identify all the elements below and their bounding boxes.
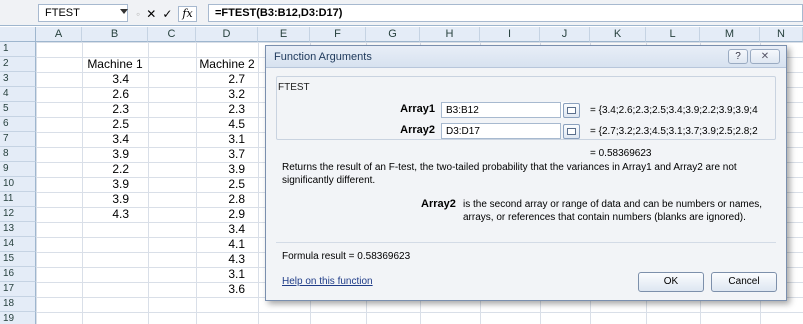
insert-function-icon[interactable]: fx (178, 5, 197, 22)
array1-input[interactable]: B3:B12 (441, 102, 561, 118)
divider (276, 242, 776, 243)
function-result-value: = 0.58369623 (590, 148, 652, 159)
column-header-a[interactable]: A (36, 27, 82, 42)
formula-bar-icons: ◦ ✕ ✓ fx (136, 5, 197, 22)
row-header-6[interactable]: 6 (0, 117, 36, 132)
cell-d4[interactable]: 3.2 (196, 87, 248, 102)
enter-entry-icon[interactable]: ✓ (162, 7, 172, 21)
row-header-9[interactable]: 9 (0, 162, 36, 177)
cell-b10[interactable]: 3.9 (82, 177, 132, 192)
formula-bar: FTEST ◦ ✕ ✓ fx =FTEST(B3:B12,D3:D17) (0, 0, 803, 26)
column-header-j[interactable]: J (540, 27, 590, 42)
column-header-d[interactable]: D (196, 27, 258, 42)
array2-input[interactable]: D3:D17 (441, 123, 561, 139)
column-header-l[interactable]: L (646, 27, 700, 42)
row-header-4[interactable]: 4 (0, 87, 36, 102)
array1-evaluated-value: = {3.4;2.6;2.3;2.5;3.4;3.9;2.2;3.9;3.9;4 (590, 105, 758, 116)
cell-b7[interactable]: 3.4 (82, 132, 132, 147)
argument-description: is the second array or range of data and… (463, 199, 763, 223)
range-select-icon (567, 128, 576, 135)
cell-b12[interactable]: 4.3 (82, 207, 132, 222)
row-header-12[interactable]: 12 (0, 207, 36, 222)
row-header-1[interactable]: 1 (0, 42, 36, 57)
cell-b5[interactable]: 2.3 (82, 102, 132, 117)
column-header-g[interactable]: G (366, 27, 420, 42)
cell-d5[interactable]: 2.3 (196, 102, 248, 117)
column-header-n[interactable]: N (760, 27, 803, 42)
row-header-18[interactable]: 18 (0, 297, 36, 312)
row-header-19[interactable]: 19 (0, 312, 36, 324)
name-box[interactable]: FTEST (38, 4, 128, 22)
array2-collapse-button[interactable] (563, 124, 580, 139)
formula-result: Formula result = 0.58369623 (282, 251, 411, 262)
cell-b8[interactable]: 3.9 (82, 147, 132, 162)
row-header-7[interactable]: 7 (0, 132, 36, 147)
grid-line (148, 42, 149, 324)
row-header-3[interactable]: 3 (0, 72, 36, 87)
array2-label: Array2 (400, 124, 435, 136)
cell-d11[interactable]: 2.8 (196, 192, 248, 207)
cell-d9[interactable]: 3.9 (196, 162, 248, 177)
function-name-label: FTEST (278, 82, 310, 93)
column-header-b[interactable]: B (82, 27, 148, 42)
row-header-8[interactable]: 8 (0, 147, 36, 162)
cell-d8[interactable]: 3.7 (196, 147, 248, 162)
close-icon[interactable]: ✕ (750, 49, 780, 64)
ok-button[interactable]: OK (638, 272, 704, 292)
cell-d7[interactable]: 3.1 (196, 132, 248, 147)
cancel-button[interactable]: Cancel (711, 272, 777, 292)
row-header-15[interactable]: 15 (0, 252, 36, 267)
dialog-title[interactable]: Function Arguments (266, 46, 786, 68)
help-icon[interactable]: ? (728, 49, 748, 64)
row-header-16[interactable]: 16 (0, 267, 36, 282)
row-header-13[interactable]: 13 (0, 222, 36, 237)
cell-b9[interactable]: 2.2 (82, 162, 132, 177)
cell-b3[interactable]: 3.4 (82, 72, 132, 87)
row-header-5[interactable]: 5 (0, 102, 36, 117)
cell-d15[interactable]: 4.3 (196, 252, 248, 267)
row-header-10[interactable]: 10 (0, 177, 36, 192)
cell-d13[interactable]: 3.4 (196, 222, 248, 237)
formula-input[interactable]: =FTEST(B3:B12,D3:D17) (208, 4, 803, 22)
cell-d17[interactable]: 3.6 (196, 282, 248, 297)
grid-line (258, 42, 259, 324)
range-select-icon (567, 107, 576, 114)
argument-description-label: Array2 (421, 198, 456, 210)
function-description: Returns the result of an F-test, the two… (282, 162, 737, 186)
row-header-11[interactable]: 11 (0, 192, 36, 207)
cell-d14[interactable]: 4.1 (196, 237, 248, 252)
cancel-entry-icon[interactable]: ✕ (146, 7, 156, 21)
cell-d6[interactable]: 4.5 (196, 117, 248, 132)
column-header-h[interactable]: H (420, 27, 480, 42)
column-header-f[interactable]: F (310, 27, 366, 42)
row-header-2[interactable]: 2 (0, 57, 36, 72)
cell-d16[interactable]: 3.1 (196, 267, 248, 282)
cell-d3[interactable]: 2.7 (196, 72, 248, 87)
cell-b2[interactable]: Machine 1 (82, 57, 148, 72)
cell-d10[interactable]: 2.5 (196, 177, 248, 192)
cell-b4[interactable]: 2.6 (82, 87, 132, 102)
column-header-m[interactable]: M (700, 27, 760, 42)
function-arguments-dialog: Function Arguments ? ✕ FTEST Array1 B3:B… (265, 45, 787, 301)
column-header-e[interactable]: E (258, 27, 310, 42)
array1-collapse-button[interactable] (563, 103, 580, 118)
cell-d12[interactable]: 2.9 (196, 207, 248, 222)
cell-b6[interactable]: 2.5 (82, 117, 132, 132)
column-header-c[interactable]: C (148, 27, 196, 42)
cell-d2[interactable]: Machine 2 (196, 57, 258, 72)
cell-b11[interactable]: 3.9 (82, 192, 132, 207)
row-header-17[interactable]: 17 (0, 282, 36, 297)
array2-evaluated-value: = {2.7;3.2;2.3;4.5;3.1;3.7;3.9;2.5;2.8;2 (590, 126, 758, 137)
array1-label: Array1 (400, 103, 435, 115)
column-header-i[interactable]: I (480, 27, 540, 42)
row-header-14[interactable]: 14 (0, 237, 36, 252)
help-on-function-link[interactable]: Help on this function (282, 276, 373, 287)
name-box-dropdown-icon[interactable] (120, 9, 128, 14)
column-header-k[interactable]: K (590, 27, 646, 42)
formula-dot-icon: ◦ (136, 6, 141, 21)
select-all-corner[interactable] (0, 27, 36, 42)
